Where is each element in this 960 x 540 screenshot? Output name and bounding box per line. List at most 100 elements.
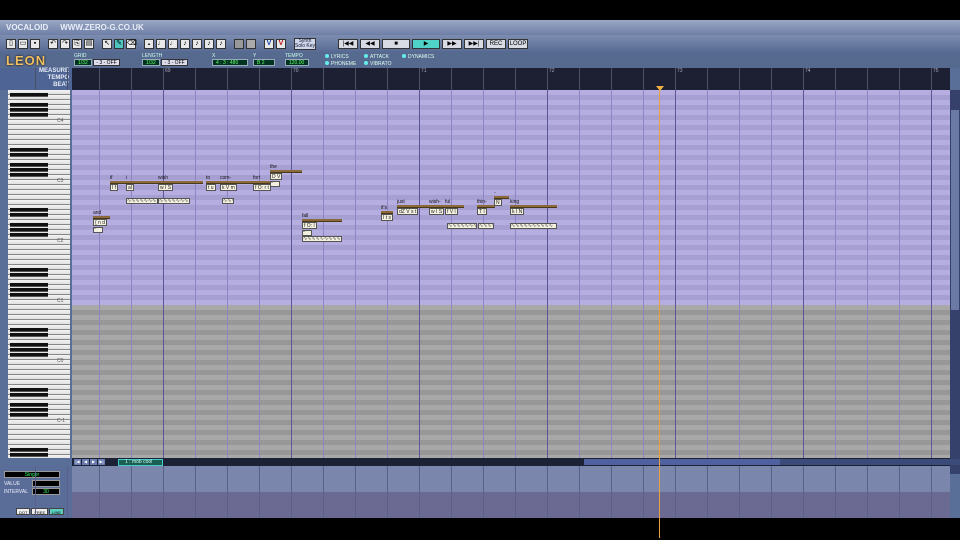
vibrato-icon[interactable]: ∿∿∿∿∿∿∿∿∿∿ bbox=[302, 236, 342, 242]
black-key[interactable] bbox=[10, 268, 48, 272]
note-phoneme[interactable]: w I S bbox=[158, 184, 174, 191]
grid-select[interactable]: 1/32 bbox=[74, 59, 92, 66]
copy-icon[interactable]: ⎘ bbox=[72, 39, 82, 49]
length-triplet-toggle[interactable]: - 3 - OFF bbox=[161, 59, 188, 66]
grid-triplet-toggle[interactable]: - 3 - OFF bbox=[93, 59, 120, 66]
black-key[interactable] bbox=[10, 113, 48, 117]
black-key[interactable] bbox=[10, 353, 48, 357]
note-length-64[interactable]: ♪ bbox=[216, 39, 226, 49]
free-mode-button[interactable]: FREE bbox=[31, 508, 49, 515]
black-key[interactable] bbox=[10, 413, 48, 417]
note-phoneme[interactable]: f O: r t bbox=[253, 184, 271, 191]
attack-icon[interactable]: ^ bbox=[93, 227, 103, 233]
black-key[interactable] bbox=[10, 328, 48, 332]
black-key[interactable] bbox=[10, 293, 48, 297]
black-key[interactable] bbox=[10, 223, 48, 227]
note-length-16[interactable]: ♪ bbox=[192, 39, 202, 49]
v-blue-button[interactable]: V bbox=[264, 39, 274, 49]
note-phoneme[interactable]: I t s bbox=[381, 214, 394, 221]
black-key[interactable] bbox=[10, 93, 48, 97]
line-mode-button[interactable]: LINE bbox=[49, 508, 65, 515]
playhead[interactable] bbox=[659, 86, 660, 538]
redo-icon[interactable]: ↷ bbox=[60, 39, 70, 49]
play-button[interactable]: ▶ bbox=[412, 39, 440, 49]
vibrato-icon[interactable]: ∿∿∿∿∿∿∿∿∿∿ bbox=[478, 223, 494, 229]
black-key[interactable] bbox=[10, 408, 48, 412]
track-next-button[interactable]: ▶ bbox=[90, 459, 97, 465]
record-button[interactable]: REC bbox=[486, 39, 506, 49]
vertical-scroll-thumb[interactable] bbox=[951, 110, 959, 310]
black-key[interactable] bbox=[10, 388, 48, 392]
note-length-32[interactable]: ♪ bbox=[204, 39, 214, 49]
v-red-button[interactable]: V bbox=[276, 39, 286, 49]
note-phoneme[interactable]: dZ V s t bbox=[397, 208, 419, 215]
track-last-button[interactable]: ▶| bbox=[98, 459, 105, 465]
paste-icon[interactable]: ▤ bbox=[84, 39, 94, 49]
loop-button[interactable]: LOOP bbox=[508, 39, 528, 49]
black-key[interactable] bbox=[10, 168, 48, 172]
black-key[interactable] bbox=[10, 348, 48, 352]
grid-icon[interactable] bbox=[246, 39, 256, 49]
horizontal-scroll-thumb[interactable] bbox=[584, 459, 780, 465]
black-key[interactable] bbox=[10, 283, 48, 287]
black-key[interactable] bbox=[10, 453, 48, 457]
black-key[interactable] bbox=[10, 208, 48, 212]
black-key[interactable] bbox=[10, 233, 48, 237]
note-length-8[interactable]: ♪ bbox=[180, 39, 190, 49]
stop-button[interactable]: ■ bbox=[382, 39, 410, 49]
horizontal-scrollbar[interactable] bbox=[584, 459, 960, 465]
note-phoneme[interactable]: k V m bbox=[220, 184, 237, 191]
note-phoneme[interactable]: I f bbox=[110, 184, 119, 191]
radio-attack[interactable]: ATTACK bbox=[364, 54, 389, 60]
length-select[interactable]: 1/32 bbox=[142, 59, 160, 66]
black-key[interactable] bbox=[10, 448, 48, 452]
vertical-scrollbar[interactable] bbox=[950, 90, 960, 474]
radio-phoneme[interactable]: PHONEME bbox=[325, 61, 356, 67]
note-phoneme[interactable]: aI bbox=[126, 184, 135, 191]
interval-field[interactable]: 30 bbox=[32, 488, 60, 495]
black-key[interactable] bbox=[10, 333, 48, 337]
playhead-marker[interactable] bbox=[656, 86, 664, 91]
note-phoneme[interactable]: { n d bbox=[93, 219, 108, 226]
attack-icon[interactable]: ^ bbox=[270, 181, 280, 187]
vibrato-icon[interactable]: ∿∿∿∿∿∿∿∿∿∿ bbox=[510, 223, 557, 229]
note-phoneme[interactable]: N bbox=[494, 199, 502, 206]
note-phoneme[interactable]: t u bbox=[206, 184, 216, 191]
black-key[interactable] bbox=[10, 173, 48, 177]
new-file-icon[interactable]: ▯ bbox=[6, 39, 16, 49]
vibrato-icon[interactable]: ∿∿∿∿∿∿∿∿∿∿ bbox=[222, 198, 234, 204]
black-key[interactable] bbox=[10, 288, 48, 292]
note-phoneme[interactable]: f O: l bbox=[302, 222, 317, 229]
radio-dynamics[interactable]: DYNAMICS bbox=[402, 54, 434, 60]
black-key[interactable] bbox=[10, 103, 48, 107]
black-key[interactable] bbox=[10, 148, 48, 152]
note-length-2[interactable]: ♩ bbox=[156, 39, 166, 49]
synth-button[interactable]: Synth Solo Key bbox=[294, 38, 316, 50]
piano-roll[interactable]: if I f i aI ∿∿∿∿∿∿∿∿∿∿ wish w I S ∿∿∿∿∿∿∿∿∿∿ to t… bbox=[72, 90, 950, 458]
black-key[interactable] bbox=[10, 273, 48, 277]
note-length-1[interactable]: 𝅝 bbox=[144, 39, 154, 49]
vibrato-icon[interactable]: ∿∿∿∿∿∿∿∿∿∿ bbox=[126, 198, 158, 204]
open-folder-icon[interactable]: ▭ bbox=[18, 39, 28, 49]
control-type-select[interactable]: Singer bbox=[4, 471, 60, 478]
black-key[interactable] bbox=[10, 403, 48, 407]
black-key[interactable] bbox=[10, 163, 48, 167]
note-phoneme[interactable]: T I bbox=[477, 208, 487, 215]
piano-keyboard[interactable]: C4 C3 C2 C1 C0 C-1 bbox=[8, 90, 70, 458]
vibrato-icon[interactable]: ∿∿∿∿∿∿∿∿∿∿ bbox=[447, 223, 477, 229]
value-field[interactable] bbox=[32, 480, 60, 487]
note-phoneme[interactable]: k I N bbox=[510, 208, 525, 215]
note-phoneme[interactable]: f V l bbox=[445, 208, 458, 215]
forward-button[interactable]: ▶▶ bbox=[442, 39, 462, 49]
rewind-button[interactable]: ◀◀ bbox=[360, 39, 380, 49]
arrow-tool-icon[interactable]: ↖ bbox=[102, 39, 112, 49]
tempo-value[interactable]: 120.00 bbox=[285, 59, 309, 66]
pencil-tool-icon[interactable]: ✎ bbox=[114, 39, 124, 49]
black-key[interactable] bbox=[10, 343, 48, 347]
rewind-start-button[interactable]: |◀◀ bbox=[338, 39, 358, 49]
black-key[interactable] bbox=[10, 108, 48, 112]
track-prev-button[interactable]: ◀ bbox=[82, 459, 89, 465]
save-icon[interactable]: ▪ bbox=[30, 39, 40, 49]
vibrato-icon[interactable]: ∿∿∿∿∿∿∿∿∿∿ bbox=[158, 198, 190, 204]
forward-end-button[interactable]: ▶▶| bbox=[464, 39, 484, 49]
